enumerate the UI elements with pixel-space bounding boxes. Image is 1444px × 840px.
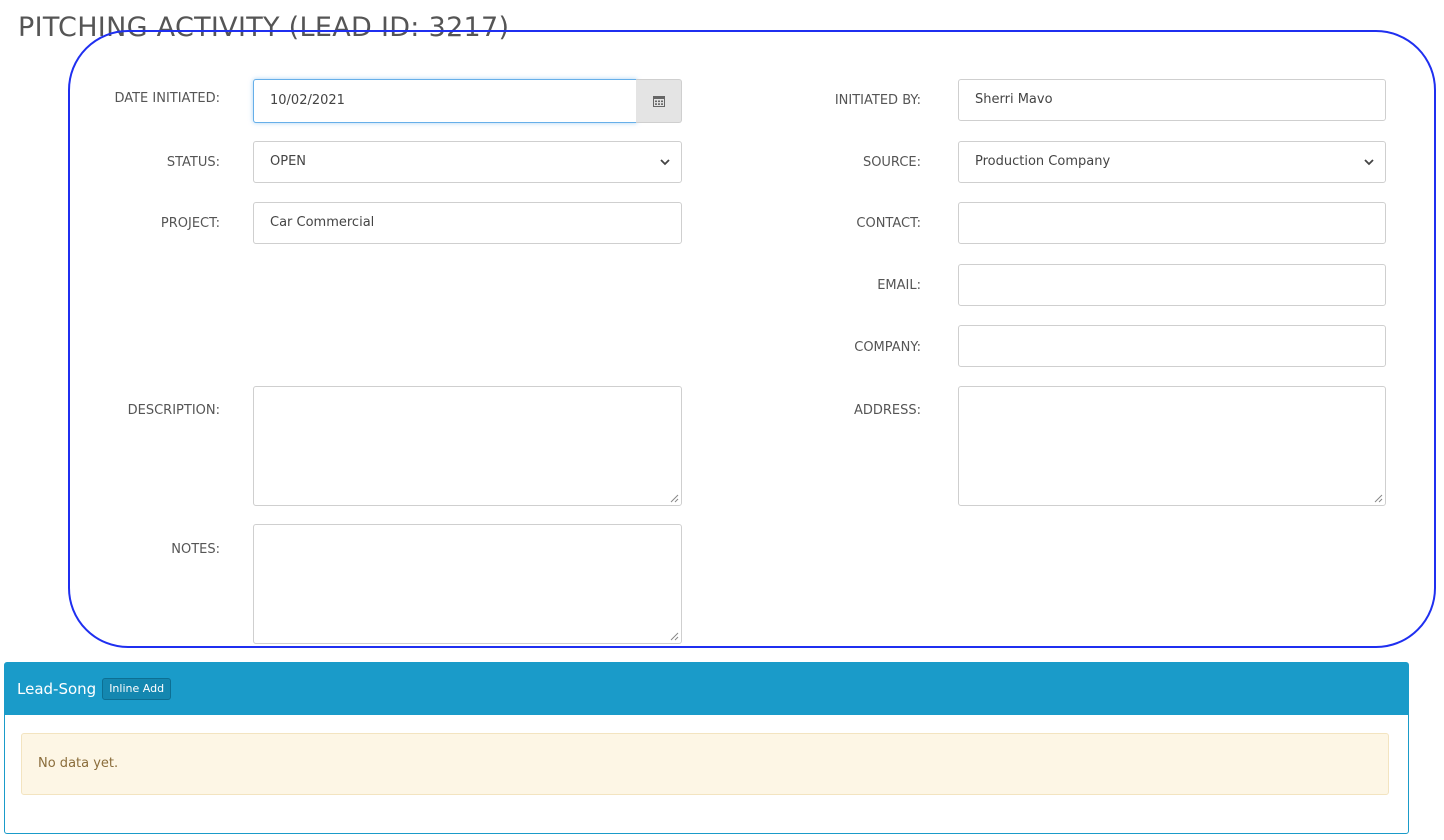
notes-label: NOTES: — [171, 542, 220, 557]
source-label: SOURCE: — [862, 155, 921, 170]
contact-label: CONTACT: — [856, 216, 921, 231]
company-label: COMPANY: — [854, 340, 921, 355]
email-input[interactable] — [958, 264, 1386, 306]
company-input[interactable] — [958, 325, 1386, 367]
address-label: ADDRESS: — [853, 403, 921, 418]
source-select-value: Production Company — [975, 154, 1111, 169]
inline-add-button[interactable]: Inline Add — [102, 678, 172, 700]
resize-grip-icon[interactable] — [1373, 493, 1383, 503]
resize-grip-icon[interactable] — [669, 493, 679, 503]
chevron-down-icon — [660, 159, 670, 166]
empty-state-alert: No data yet. — [21, 733, 1389, 795]
status-label: STATUS: — [166, 155, 220, 170]
page-title: PITCHING ACTIVITY (LEAD ID: 3217) — [18, 12, 510, 43]
status-select-value: OPEN — [270, 154, 307, 169]
description-textarea[interactable] — [253, 386, 682, 506]
lead-song-panel: Lead-Song Inline Add No data yet. — [4, 662, 1409, 834]
email-label: EMAIL: — [877, 278, 921, 293]
source-select[interactable]: Production Company — [958, 141, 1386, 183]
description-label: DESCRIPTION: — [127, 403, 220, 418]
status-select[interactable]: OPEN — [253, 141, 682, 183]
initiated-by-input[interactable]: Sherri Mavo — [958, 79, 1386, 121]
resize-grip-icon[interactable] — [669, 631, 679, 641]
contact-input[interactable] — [958, 202, 1386, 244]
date-initiated-input[interactable]: 10/02/2021 — [253, 79, 637, 123]
date-picker-button[interactable] — [636, 79, 682, 123]
project-label: PROJECT: — [160, 216, 220, 231]
chevron-down-icon — [1364, 159, 1374, 166]
date-initiated-label: DATE INITIATED: — [114, 91, 220, 106]
initiated-by-label: INITIATED BY: — [834, 93, 921, 108]
lead-song-panel-title: Lead-Song — [17, 680, 97, 698]
pitching-activity-page: PITCHING ACTIVITY (LEAD ID: 3217) DATE I… — [0, 0, 1444, 840]
project-input[interactable]: Car Commercial — [253, 202, 682, 244]
lead-song-panel-heading: Lead-Song Inline Add — [5, 663, 1408, 715]
calendar-icon — [652, 96, 665, 107]
notes-textarea[interactable] — [253, 524, 682, 644]
address-textarea[interactable] — [958, 386, 1386, 506]
